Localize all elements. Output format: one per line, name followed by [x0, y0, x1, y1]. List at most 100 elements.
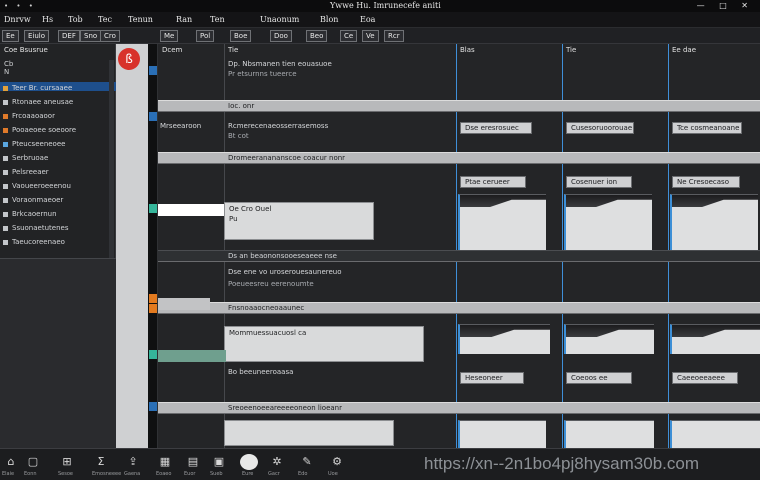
minimize-icon[interactable]: —: [697, 1, 711, 10]
clip-card[interactable]: [564, 194, 652, 254]
toolbar-button[interactable]: Cro: [100, 30, 120, 42]
film-icon[interactable]: ▦: [158, 455, 172, 469]
clip-box[interactable]: Mommuessuacuosl ca: [224, 326, 424, 362]
track-band[interactable]: Sreoeenoeeareeeeoneon lioeanr: [158, 402, 760, 414]
play-button[interactable]: [240, 454, 258, 470]
splitter-gutter[interactable]: [116, 44, 148, 448]
clip-header[interactable]: Ne Cresoecaso: [672, 176, 740, 188]
panel-list-item[interactable]: Pteucseeneoee: [0, 140, 112, 150]
toolbar-button[interactable]: Me: [160, 30, 179, 42]
toolbar-button[interactable]: Eiulo: [24, 30, 50, 42]
clip-card[interactable]: [670, 194, 758, 254]
edit-icon[interactable]: ✎: [300, 455, 314, 469]
toolbar-button[interactable]: Doo: [270, 30, 292, 42]
toolbar-button[interactable]: Ee: [2, 30, 19, 42]
close-icon[interactable]: ✕: [741, 1, 754, 10]
tree-root[interactable]: Cb N: [0, 60, 116, 80]
clip-card[interactable]: [458, 324, 550, 354]
panel-list-item[interactable]: Ssuonaetutenes: [0, 224, 112, 234]
clip-header[interactable]: Heseoneer: [460, 372, 524, 384]
track-band[interactable]: Fnsnoaaocneoaaunec: [158, 302, 760, 314]
clip-card[interactable]: [458, 420, 546, 448]
toolbar-button[interactable]: Rcr: [384, 30, 404, 42]
record-button[interactable]: ß: [118, 48, 140, 70]
clip-header[interactable]: Caeeoeeaeee: [672, 372, 738, 384]
clip-header[interactable]: Dse eresrosuec: [460, 122, 532, 134]
clip-label: Ptae cerueer: [465, 178, 510, 186]
row-marker[interactable]: [149, 66, 157, 75]
panel-list-item[interactable]: Rtonaee aneusae: [0, 98, 112, 108]
item-bullet-icon: [3, 86, 8, 91]
row-marker[interactable]: [149, 112, 157, 121]
toolbar-button[interactable]: Ve: [362, 30, 379, 42]
clip-header[interactable]: Tce cosmeanoane: [672, 122, 742, 134]
menu-item[interactable]: Hs: [42, 15, 53, 24]
clip-header[interactable]: Cosenuer ion: [566, 176, 632, 188]
panel-list-item[interactable]: Pelsreeaer: [0, 168, 112, 178]
home-icon[interactable]: ⌂: [4, 455, 18, 469]
column-header[interactable]: Tie: [228, 46, 238, 54]
menu-item[interactable]: Ten: [210, 15, 225, 24]
clip-header[interactable]: Cusesoruoorouae: [566, 122, 634, 134]
row-text: Pr etsurnns tueerce: [228, 70, 297, 78]
clip-card[interactable]: [564, 420, 654, 448]
menu-item[interactable]: Eoa: [360, 15, 375, 24]
clip-thumbnail: [460, 325, 550, 337]
toolbar-button[interactable]: DEF: [58, 30, 80, 42]
clip-box[interactable]: [224, 420, 394, 446]
gear-icon[interactable]: ✲: [270, 455, 284, 469]
panel-list-item[interactable]: Vaoueeroeeenou: [0, 182, 112, 192]
settings-icon[interactable]: ⚙: [330, 455, 344, 469]
panel-list-item[interactable]: Pooaeoee soeoore: [0, 126, 112, 136]
clip-card[interactable]: [458, 194, 546, 254]
track-band[interactable]: Ioc. onr: [158, 100, 760, 112]
panel-list-item[interactable]: Frcoaaoaoor: [0, 112, 112, 122]
menu-item[interactable]: Tenun: [128, 15, 153, 24]
menu-item[interactable]: Blon: [320, 15, 338, 24]
selection-bar[interactable]: [158, 298, 210, 310]
row-marker[interactable]: [149, 402, 157, 411]
panel-list-item[interactable]: Teer Br. cursaaee: [0, 84, 112, 94]
library-icon[interactable]: ⊞: [60, 455, 74, 469]
maximize-icon[interactable]: □: [719, 1, 733, 10]
menu-item[interactable]: Unaonum: [260, 15, 299, 24]
track-band[interactable]: Ds an beaononsooeseaeee nse: [158, 250, 760, 262]
grid-icon[interactable]: ▤: [186, 455, 200, 469]
row-marker[interactable]: [149, 350, 157, 359]
toolbar-button[interactable]: Ce: [340, 30, 358, 42]
panel-list-item[interactable]: Brkcaoernun: [0, 210, 112, 220]
column-header[interactable]: Blas: [460, 46, 475, 54]
clip-label: Cusesoruoorouae: [571, 124, 633, 132]
menu-item[interactable]: Tob: [68, 15, 83, 24]
column-header[interactable]: Dcem: [162, 46, 182, 54]
clip-card[interactable]: [670, 420, 760, 448]
toolbar-button[interactable]: Beo: [306, 30, 328, 42]
toolbar-button[interactable]: Pol: [196, 30, 215, 42]
panel-list-item[interactable]: Serbruoae: [0, 154, 112, 164]
upload-icon[interactable]: ⇪: [126, 455, 140, 469]
clip-header[interactable]: Coeoos ee: [566, 372, 632, 384]
selection-bar[interactable]: [158, 350, 226, 362]
panel-list-item[interactable]: Voraonmaeoer: [0, 196, 112, 206]
box-icon[interactable]: ▢: [26, 455, 40, 469]
row-marker[interactable]: [149, 294, 157, 303]
doc-icon[interactable]: ▣: [212, 455, 226, 469]
menu-item[interactable]: Tec: [98, 15, 112, 24]
band-label: Fnsnoaaocneoaaunec: [228, 304, 305, 312]
menu-item[interactable]: Ran: [176, 15, 192, 24]
sigma-icon[interactable]: Σ: [94, 455, 108, 469]
clip-box[interactable]: Oe Cro Ouel Pu: [224, 202, 374, 240]
row-header-strip: [148, 44, 158, 448]
clip-card[interactable]: [564, 324, 654, 354]
panel-list-item[interactable]: Taeucoreenaeo: [0, 238, 112, 248]
column-header[interactable]: Ee dae: [672, 46, 696, 54]
clip-header[interactable]: Ptae cerueer: [460, 176, 526, 188]
column-header[interactable]: Tie: [566, 46, 576, 54]
menu-item[interactable]: Dnrvw: [4, 15, 31, 24]
row-marker[interactable]: [149, 304, 157, 313]
track-band[interactable]: Dromeeranananscoe coacur nonr: [158, 152, 760, 164]
toolbar-button[interactable]: Boe: [230, 30, 252, 42]
toolbar-button[interactable]: Sno: [80, 30, 102, 42]
clip-card[interactable]: [670, 324, 760, 354]
row-marker[interactable]: [149, 204, 157, 213]
